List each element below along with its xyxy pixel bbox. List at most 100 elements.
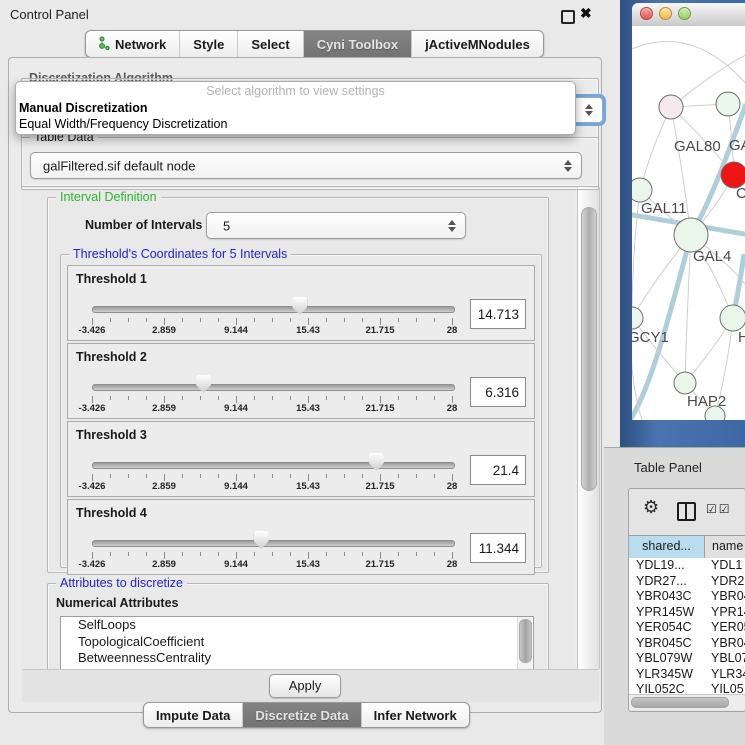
tick-mark — [272, 474, 273, 478]
tick-mark — [236, 318, 237, 325]
tick-mark — [128, 318, 129, 322]
tab-cyni-toolbox[interactable]: Cyni Toolbox — [304, 31, 412, 57]
tick-mark — [272, 552, 273, 556]
network-node-label: C — [736, 185, 745, 202]
table-horizontal-scrollbar-thumb[interactable] — [631, 697, 729, 708]
tick-mark — [92, 318, 93, 325]
cell-name: YIL05 — [704, 682, 745, 694]
list-scrollbar-thumb[interactable] — [519, 619, 532, 663]
slider-track[interactable] — [92, 384, 455, 391]
table-row[interactable]: YBR045CYBR04 — [629, 636, 745, 652]
network-icon — [99, 36, 110, 53]
table-row[interactable]: YPR145WYPR14 — [629, 605, 745, 621]
table-data-combobox[interactable]: galFiltered.sif default node — [30, 152, 582, 179]
network-node[interactable] — [674, 218, 708, 252]
tick-mark — [362, 474, 363, 478]
network-node-label: H — [738, 329, 745, 346]
tick-label: 15.43 — [278, 559, 338, 570]
tab-style[interactable]: Style — [180, 31, 238, 57]
slider-track[interactable] — [92, 462, 455, 469]
table-row[interactable]: YBR043CYBR04 — [629, 589, 745, 605]
tick-label: 9.144 — [206, 403, 266, 414]
threshold-value-field[interactable]: 6.316 — [470, 377, 526, 407]
network-node[interactable] — [632, 307, 643, 329]
threshold-value-field[interactable]: 14.713 — [470, 299, 526, 329]
network-node[interactable] — [716, 92, 740, 116]
tick-mark — [92, 552, 93, 559]
numerical-attributes-list[interactable]: SelfLoopsTopologicalCoefficientBetweenne… — [60, 616, 534, 669]
network-canvas[interactable]: GAL80GACGAL11GAL4GCY1HHAP2 — [632, 26, 745, 420]
table-horizontal-scrollbar[interactable] — [629, 694, 745, 710]
slider-track[interactable] — [92, 540, 455, 547]
apply-button[interactable]: Apply — [269, 674, 341, 698]
tab-impute-data[interactable]: Impute Data — [144, 703, 243, 727]
tick-mark — [344, 318, 345, 322]
network-window-titlebar[interactable] — [632, 3, 745, 27]
tick-mark — [380, 552, 381, 559]
maximize-icon[interactable] — [561, 10, 575, 24]
tick-mark — [182, 396, 183, 400]
table-row[interactable]: YDR27...YDR2 — [629, 574, 745, 590]
table-row[interactable]: YER054CYER05 — [629, 620, 745, 636]
tick-label: 9.144 — [206, 481, 266, 492]
cell-shared-name: YLR345W — [629, 667, 704, 683]
tick-mark — [164, 474, 165, 481]
table-panel-title: Table Panel — [634, 460, 702, 475]
cell-shared-name: YER054C — [629, 620, 704, 636]
close-traffic-light-icon[interactable] — [640, 7, 653, 20]
column-header-name[interactable]: name — [705, 536, 745, 558]
tab-jactivemnodules[interactable]: jActiveMNodules — [412, 31, 543, 57]
network-node[interactable] — [659, 95, 683, 119]
split-columns-icon[interactable] — [677, 502, 696, 521]
minimize-traffic-light-icon[interactable] — [659, 7, 672, 20]
tick-mark — [92, 474, 93, 481]
tick-mark — [452, 552, 453, 559]
tick-mark — [290, 318, 291, 322]
tab-label: Select — [251, 37, 289, 52]
gear-icon[interactable]: ⚙ — [643, 497, 659, 518]
tab-label: Discretize Data — [255, 708, 348, 723]
tick-mark — [164, 396, 165, 403]
threshold-value-field[interactable]: 21.4 — [470, 455, 526, 485]
attribute-list-item[interactable]: BetweennessCentrality — [61, 650, 533, 667]
panel-scrollbar[interactable] — [577, 187, 600, 669]
tick-label: -3.426 — [62, 325, 122, 336]
close-icon[interactable]: ✖ — [580, 5, 592, 22]
tick-mark — [362, 552, 363, 556]
tick-mark — [236, 552, 237, 559]
attribute-list-item[interactable]: SelfLoops — [61, 617, 533, 634]
number-of-intervals-combobox[interactable]: 5 — [206, 212, 466, 239]
tick-mark — [128, 396, 129, 400]
network-node[interactable] — [632, 178, 652, 202]
table-row[interactable]: YLR345WYLR34 — [629, 667, 745, 683]
slider-track[interactable] — [92, 306, 455, 313]
tab-infer-network[interactable]: Infer Network — [362, 703, 469, 727]
network-node[interactable] — [720, 305, 745, 331]
tab-discretize-data[interactable]: Discretize Data — [243, 703, 361, 727]
zoom-traffic-light-icon[interactable] — [678, 7, 691, 20]
tab-label: Style — [193, 37, 224, 52]
threshold-value-field[interactable]: 11.344 — [470, 533, 526, 563]
attribute-list-item[interactable]: TopologicalCoefficient — [61, 634, 533, 651]
app-root: Control Panel ✖ Network Style Select Cyn… — [0, 0, 745, 745]
dropdown-option-manual-discretization[interactable]: Manual Discretization — [16, 100, 575, 116]
network-node[interactable] — [674, 372, 696, 394]
checkbox-icons[interactable]: ☑☑ — [706, 502, 732, 516]
threshold-label: Threshold 1 — [76, 272, 147, 286]
column-header-shared-name[interactable]: shared... — [629, 536, 705, 558]
threshold-panel: Threshold 1-3.4262.8599.14415.4321.71528… — [67, 265, 535, 341]
tab-network[interactable]: Network — [86, 31, 180, 57]
tick-label: 2.859 — [134, 403, 194, 414]
panel-scrollbar-thumb[interactable] — [581, 207, 597, 491]
network-edge — [640, 107, 671, 190]
cyni-toolbox-panel: Discretization Algorithm Select algorith… — [8, 57, 602, 713]
tick-mark — [182, 552, 183, 556]
table-row[interactable]: YDL19...YDL1 — [629, 558, 745, 574]
list-scrollbar[interactable] — [517, 617, 532, 669]
dropdown-option-equal-width-frequency[interactable]: Equal Width/Frequency Discretization — [16, 116, 575, 132]
table-row[interactable]: YIL052CYIL05 — [629, 682, 745, 694]
algorithm-dropdown-popup: Select algorithm to view settings Manual… — [15, 81, 576, 135]
tab-select[interactable]: Select — [238, 31, 303, 57]
table-row[interactable]: YBL079WYBL07 — [629, 651, 745, 667]
cell-name: YBL07 — [704, 651, 745, 667]
